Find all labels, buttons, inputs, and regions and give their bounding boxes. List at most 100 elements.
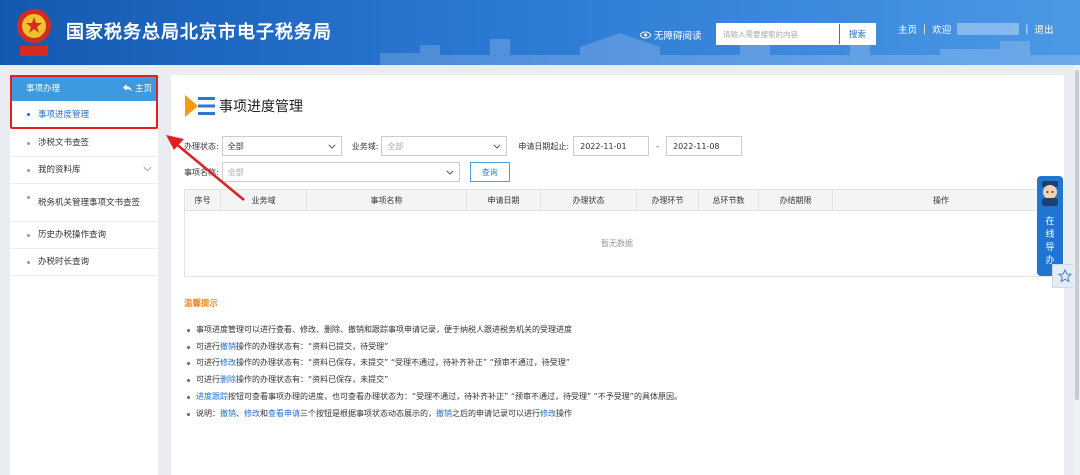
sidebar-section-title: 事项办理: [26, 84, 61, 94]
table-header: 序号 业务域 事项名称 申请日期 办理状态 办理环节 总环节数 办结期限 操作: [185, 190, 1049, 210]
domain-label: 业务域:: [351, 141, 379, 151]
tip-text: 按钮可查看事项办理的进度，也可查看办理状态为：“受理不通过，待补齐补正” “预审…: [228, 391, 682, 401]
sidebar-item-duration-query[interactable]: 办税时长查询: [10, 249, 158, 276]
tip-text: 事项进度管理可以进行查看、修改、删除、撤销和跟踪事项申请记录，便于纳税人跟进税务…: [196, 325, 572, 334]
tip-text: 说明：: [196, 408, 220, 418]
tip-link-modify: 修改: [220, 358, 236, 368]
status-select-value: 全部: [227, 141, 244, 151]
home-link[interactable]: 主页: [898, 22, 917, 36]
accessibility-reading-link[interactable]: 无障碍阅读: [640, 28, 702, 42]
tip-item: 进度跟踪按钮可查看事项办理的进度，也可查看办理状态为：“受理不通过，待补齐补正”…: [184, 389, 1044, 406]
scrollbar-thumb[interactable]: [1075, 70, 1079, 400]
date-from-input[interactable]: 2022-11-01: [573, 136, 650, 156]
page-title-wrap: 事项进度管理: [185, 95, 303, 117]
column-header: 办理环节: [637, 190, 699, 210]
tip-text: 操作的办理状态有：“资料已提交，待受理”: [236, 341, 389, 351]
chevron-down-icon: [493, 144, 501, 149]
main-panel: 事项进度管理 办理状态: 全部 业务域: 全部 申请日期起止: 2022-11-…: [171, 75, 1064, 475]
sidebar-item-label: 办税时长查询: [38, 257, 90, 267]
tip-link-revoke: 撤销: [220, 341, 236, 351]
tip-text: 之后的申请记录可以进行: [452, 408, 540, 418]
chevron-down-icon: [446, 170, 454, 175]
sidebar-home-link[interactable]: 主页: [122, 82, 152, 94]
tip-link-revoke: 撤销: [220, 408, 236, 418]
back-arrow-icon: [122, 84, 132, 92]
tip-link-modify: 修改: [540, 408, 556, 418]
tip-link-view-application: 查看申请: [268, 408, 300, 418]
date-separator: -: [656, 141, 659, 151]
user-name-blurred: [957, 23, 1020, 35]
filter-form: 办理状态: 全部 业务域: 全部 申请日期起止: 2022-11-01 - 20…: [184, 136, 742, 188]
tip-item: 可进行删除操作的办理状态有：“资料已保存，未提交”: [184, 372, 1044, 389]
sidebar-item-label: 历史办税操作查询: [38, 230, 107, 240]
sidebar-item-label: 我的资料库: [38, 165, 81, 175]
tip-text: 操作的办理状态有：“资料已保存，未提交”: [236, 375, 389, 385]
column-header: 序号: [185, 190, 221, 210]
search-input[interactable]: [717, 24, 839, 44]
sidebar-item-history-query[interactable]: 历史办税操作查询: [10, 222, 158, 249]
date-range-label: 申请日期起止:: [518, 141, 570, 151]
status-select[interactable]: 全部: [221, 136, 342, 156]
tip-item: 可进行撤销操作的办理状态有：“资料已提交，待受理”: [184, 339, 1044, 356]
query-button[interactable]: 查询: [469, 162, 510, 182]
tip-text: 操作的办理状态有：“资料已保存，未提交” “受理不通过，待补齐补正” “预审不通…: [236, 358, 570, 368]
sidebar-item-label: 事项进度管理: [38, 109, 90, 120]
tip-text: 可进行: [196, 358, 220, 368]
domain-select[interactable]: 全部: [381, 136, 508, 156]
search-box: 搜索: [716, 23, 876, 45]
column-header: 办理状态: [541, 190, 637, 210]
tips-section: 温馨提示 事项进度管理可以进行查看、修改、删除、撤销和跟踪事项申请记录，便于纳税…: [184, 297, 1044, 422]
sidebar-item-label: 涉税文书查签: [38, 138, 90, 148]
filter-row-2: 事项名称: 全部 查询: [184, 162, 742, 182]
item-name-label: 事项名称:: [184, 167, 219, 177]
tip-text: 可进行: [196, 375, 220, 385]
tip-link-delete: 删除: [220, 375, 236, 385]
column-header: 办结期限: [759, 190, 833, 210]
list-title-icon: [185, 95, 215, 117]
eye-icon: [640, 31, 651, 39]
top-links: 主页 | 欢迎 | 退出: [898, 22, 1053, 36]
tip-link-modify: 修改: [244, 408, 260, 418]
separator: |: [923, 23, 927, 35]
column-header: 申请日期: [467, 190, 541, 210]
item-name-select[interactable]: 全部: [221, 162, 460, 182]
sidebar-home-label: 主页: [134, 84, 152, 94]
star-icon: [1058, 269, 1072, 283]
site-header: 国家税务总局北京市电子税务局 无障碍阅读 搜索 主页 | 欢迎 | 退出: [0, 0, 1080, 65]
date-to-input[interactable]: 2022-11-08: [666, 136, 742, 156]
tip-text: 和: [260, 408, 268, 418]
tip-text: 操作: [556, 408, 572, 418]
domain-select-value: 全部: [387, 141, 404, 151]
tip-item: 可进行修改操作的办理状态有：“资料已保存，未提交” “受理不通过，待补齐补正” …: [184, 355, 1044, 372]
assistant-avatar-icon: [1042, 181, 1058, 206]
sidebar: 事项办理 主页 事项进度管理 涉税文书查签 我的资料库 税务机关管理事项文书查签…: [10, 75, 158, 475]
tip-item: 说明：撤销、修改和查看申请三个按钮是根据事项状态动态展示的，撤销之后的申请记录可…: [184, 406, 1044, 423]
logout-link[interactable]: 退出: [1034, 22, 1053, 36]
tip-text: 三个按钮是根据事项状态动态展示的，: [300, 408, 436, 418]
column-header: 总环节数: [699, 190, 759, 210]
item-name-select-value: 全部: [227, 167, 244, 177]
empty-state: 暂无数据: [185, 210, 1049, 276]
accessibility-label: 无障碍阅读: [654, 31, 702, 42]
online-guide-button[interactable]: 在线导办: [1037, 176, 1063, 276]
tax-emblem-icon: [17, 9, 51, 56]
sidebar-item-label: 税务机关管理事项文书查签: [38, 197, 141, 208]
tip-item: 事项进度管理可以进行查看、修改、删除、撤销和跟踪事项申请记录，便于纳税人跟进税务…: [184, 322, 1044, 339]
separator: |: [1025, 23, 1029, 35]
sidebar-header: 事项办理 主页: [10, 75, 158, 101]
tip-text: 、: [236, 408, 244, 418]
sidebar-item-progress-management[interactable]: 事项进度管理: [10, 101, 158, 128]
sidebar-item-authority-documents[interactable]: 税务机关管理事项文书查签: [10, 184, 158, 222]
search-button[interactable]: 搜索: [839, 24, 875, 44]
sidebar-item-my-library[interactable]: 我的资料库: [10, 157, 158, 184]
progress-table: 序号 业务域 事项名称 申请日期 办理状态 办理环节 总环节数 办结期限 操作 …: [184, 189, 1050, 277]
site-title: 国家税务总局北京市电子税务局: [66, 22, 332, 43]
online-guide-label: 在线导办: [1037, 216, 1063, 268]
tip-link-progress-tracking: 进度跟踪: [196, 391, 228, 401]
welcome-text: 欢迎: [932, 25, 952, 36]
status-label: 办理状态:: [184, 141, 219, 151]
chevron-down-icon: [328, 144, 336, 149]
sidebar-item-tax-documents[interactable]: 涉税文书查签: [10, 130, 158, 157]
column-header: 业务域: [221, 190, 307, 210]
column-header: 事项名称: [307, 190, 467, 210]
